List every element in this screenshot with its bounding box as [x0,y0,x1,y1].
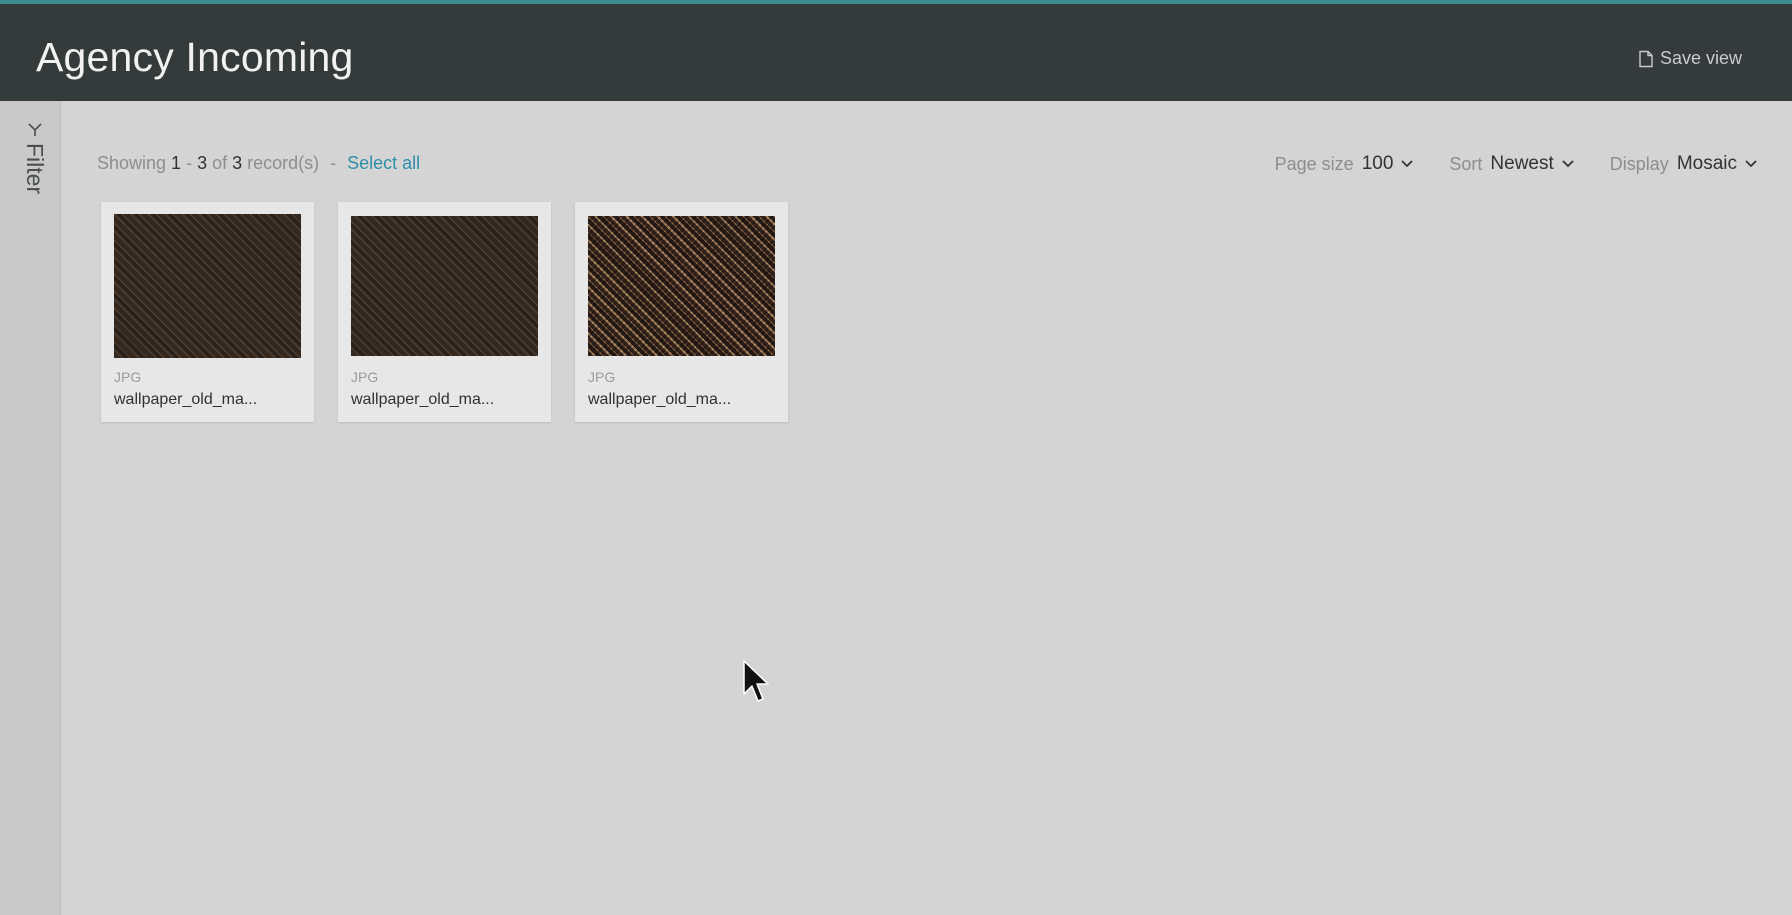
asset-thumbnail [351,216,538,356]
range-start: 1 [171,153,182,173]
page-title: Agency Incoming [36,34,354,80]
app-window: Agency Incoming Save view Filter Showing… [0,0,1792,915]
asset-card[interactable]: JPG wallpaper_old_ma... [338,202,551,422]
mosaic-grid: JPG wallpaper_old_ma... JPG wallpaper_ol… [101,202,788,422]
display-dropdown[interactable]: Display Mosaic [1610,153,1757,175]
range-end: 3 [197,153,208,173]
save-view-label: Save view [1659,48,1742,68]
record-count: Showing 1 - 3 of 3 record(s) - Select al… [97,153,420,174]
page-size-value: 100 [1361,153,1394,174]
file-name-label: wallpaper_old_ma... [588,391,732,408]
range-separator: - [186,153,193,173]
asset-thumbnail [114,214,301,358]
main-content: Showing 1 - 3 of 3 record(s) - Select al… [66,101,1792,915]
showing-label: Showing [97,153,167,173]
filter-label: Filter [22,143,48,195]
save-view-button[interactable]: Save view [1638,48,1742,69]
file-type-label: JPG [588,369,616,385]
asset-thumbnail [588,216,775,356]
file-name-label: wallpaper_old_ma... [351,391,495,408]
sort-value: Newest [1490,153,1554,174]
chevron-down-icon [1562,160,1574,168]
file-type-label: JPG [351,369,379,385]
chevron-down-icon [1401,160,1414,168]
total-count: 3 [232,153,243,173]
sort-dropdown[interactable]: Sort Newest [1449,153,1574,175]
chevron-down-icon [1745,160,1757,168]
asset-card[interactable]: JPG wallpaper_old_ma... [575,202,788,422]
select-all-link[interactable]: Select all [347,153,420,174]
separator-dash: - [330,153,337,173]
of-label: of [212,153,228,173]
sort-label: Sort [1449,153,1483,174]
asset-card[interactable]: JPG wallpaper_old_ma... [101,202,314,422]
file-type-label: JPG [114,369,142,385]
save-view-icon [1638,50,1654,68]
filter-icon [21,121,48,137]
page-size-label: Page size [1274,153,1354,174]
filter-toggle[interactable]: Filter [12,121,48,231]
records-label: record(s) [247,153,320,173]
display-label: Display [1609,153,1669,174]
results-toolbar: Showing 1 - 3 of 3 record(s) - Select al… [97,153,1757,179]
view-controls: Page size 100 Sort Newest Display Mosaic [1275,153,1757,175]
header-bar: Agency Incoming Save view [0,4,1792,101]
display-value: Mosaic [1676,153,1737,174]
page-size-dropdown[interactable]: Page size 100 [1275,153,1414,175]
filter-sidebar: Filter [0,101,61,915]
file-name-label: wallpaper_old_ma... [114,391,258,408]
